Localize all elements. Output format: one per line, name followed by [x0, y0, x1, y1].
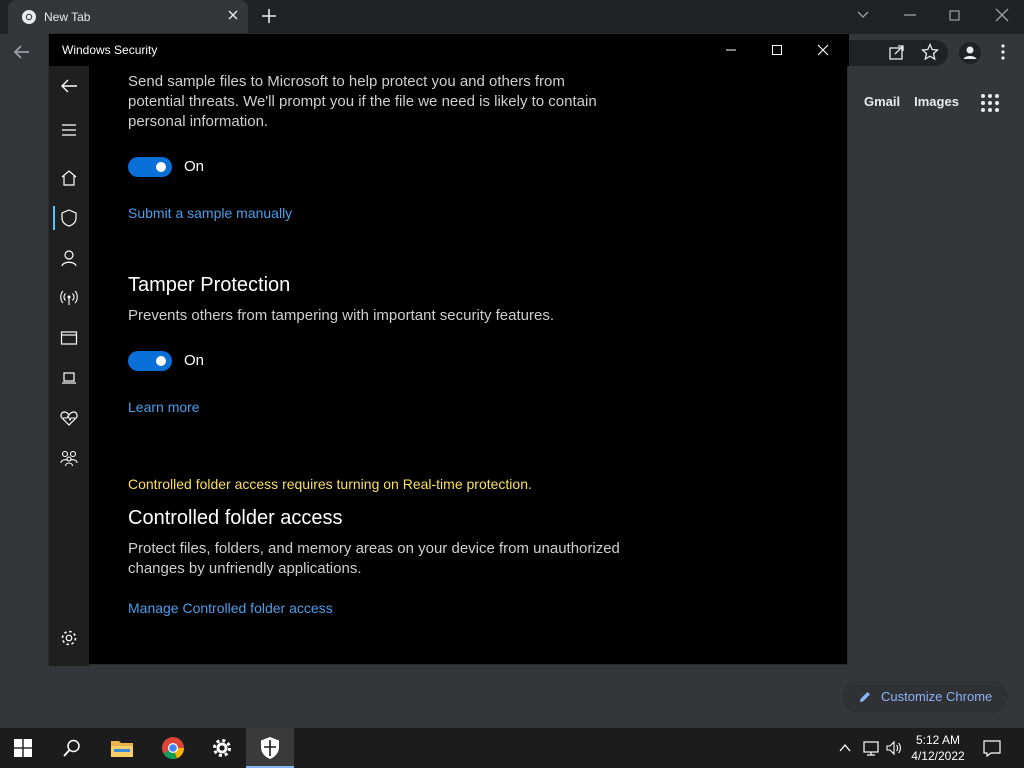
clock-time: 5:12 AM	[915, 733, 961, 747]
profile-avatar-icon[interactable]	[958, 41, 982, 65]
gmail-link[interactable]: Gmail	[864, 94, 900, 109]
device-icon[interactable]	[59, 368, 79, 388]
account-icon[interactable]	[59, 248, 79, 268]
tab-title: New Tab	[44, 10, 91, 24]
pencil-icon	[858, 690, 872, 704]
tamper-protection-description: Prevents others from tampering with impo…	[128, 307, 555, 324]
chrome-window-controls	[852, 6, 1024, 26]
controlled-folder-access-heading: Controlled folder access	[128, 507, 343, 529]
sample-toggle-state: On	[184, 158, 205, 175]
windows-security-icon	[259, 736, 281, 760]
customize-chrome-label: Customize Chrome	[881, 689, 993, 704]
home-icon[interactable]	[59, 168, 79, 188]
cfa-warning-text: Controlled folder access requires turnin…	[128, 476, 532, 492]
chrome-icon[interactable]	[161, 736, 185, 760]
network-tray-icon[interactable]	[862, 739, 880, 757]
back-icon[interactable]	[59, 76, 79, 96]
shield-icon[interactable]	[59, 208, 79, 228]
tab-close-icon[interactable]	[226, 8, 240, 22]
windows-taskbar: 5:12 AM 4/12/2022	[0, 728, 1024, 768]
settings-content: Send sample files to Microsoft to help p…	[89, 66, 849, 666]
search-icon[interactable]	[62, 738, 82, 758]
chrome-back-icon[interactable]	[12, 43, 32, 61]
google-apps-grid-icon[interactable]	[980, 93, 1000, 113]
hamburger-menu-icon[interactable]	[59, 120, 79, 140]
windows-security-taskbar-button[interactable]	[246, 728, 294, 768]
chevron-up-icon[interactable]	[838, 741, 852, 755]
window-titlebar: Windows Security	[49, 34, 849, 66]
minimize-button[interactable]	[721, 40, 741, 60]
manage-cfa-link[interactable]: Manage Controlled folder access	[128, 600, 333, 616]
bookmark-star-icon[interactable]	[921, 43, 939, 61]
window-title: Windows Security	[62, 43, 158, 57]
health-icon[interactable]	[59, 408, 79, 428]
app-browser-icon[interactable]	[59, 328, 79, 348]
ntp-header-links: Gmail Images	[864, 94, 973, 109]
clock-date: 4/12/2022	[911, 749, 965, 763]
submit-sample-link[interactable]: Submit a sample manually	[128, 205, 292, 221]
tamper-protection-toggle[interactable]	[128, 351, 172, 371]
action-center-icon[interactable]	[982, 738, 1002, 758]
tamper-toggle-state: On	[184, 352, 205, 369]
system-clock[interactable]: 5:12 AM 4/12/2022	[906, 732, 970, 764]
new-tab-plus-icon[interactable]	[260, 7, 278, 25]
controlled-folder-access-description: Protect files, folders, and memory areas…	[128, 540, 620, 577]
volume-icon[interactable]	[885, 739, 903, 757]
chrome-tab-new-tab[interactable]: New Tab	[8, 0, 248, 34]
tamper-protection-heading: Tamper Protection	[128, 274, 291, 296]
nav-selected-indicator	[53, 206, 55, 230]
network-icon[interactable]	[59, 288, 79, 308]
sample-submission-toggle[interactable]	[128, 157, 172, 177]
chrome-favicon-icon	[21, 9, 37, 25]
toggle-knob	[156, 162, 166, 172]
close-button[interactable]	[813, 40, 833, 60]
share-icon[interactable]	[888, 43, 906, 61]
maximize-button[interactable]	[767, 40, 787, 60]
customize-chrome-button[interactable]: Customize Chrome	[842, 681, 1008, 713]
sample-submission-description: Send sample files to Microsoft to help p…	[128, 73, 597, 130]
settings-icon[interactable]	[59, 628, 79, 648]
chrome-menu-icon[interactable]	[1000, 43, 1006, 61]
nav-rail	[49, 66, 89, 666]
file-explorer-icon[interactable]	[110, 737, 134, 759]
windows-start-icon[interactable]	[14, 739, 32, 757]
settings-gear-icon[interactable]	[210, 736, 234, 760]
learn-more-link[interactable]: Learn more	[128, 399, 200, 415]
family-icon[interactable]	[59, 448, 79, 468]
toggle-knob	[156, 356, 166, 366]
images-link[interactable]: Images	[914, 94, 959, 109]
windows-security-window: Windows Security Send sample files to Mi…	[48, 33, 849, 666]
